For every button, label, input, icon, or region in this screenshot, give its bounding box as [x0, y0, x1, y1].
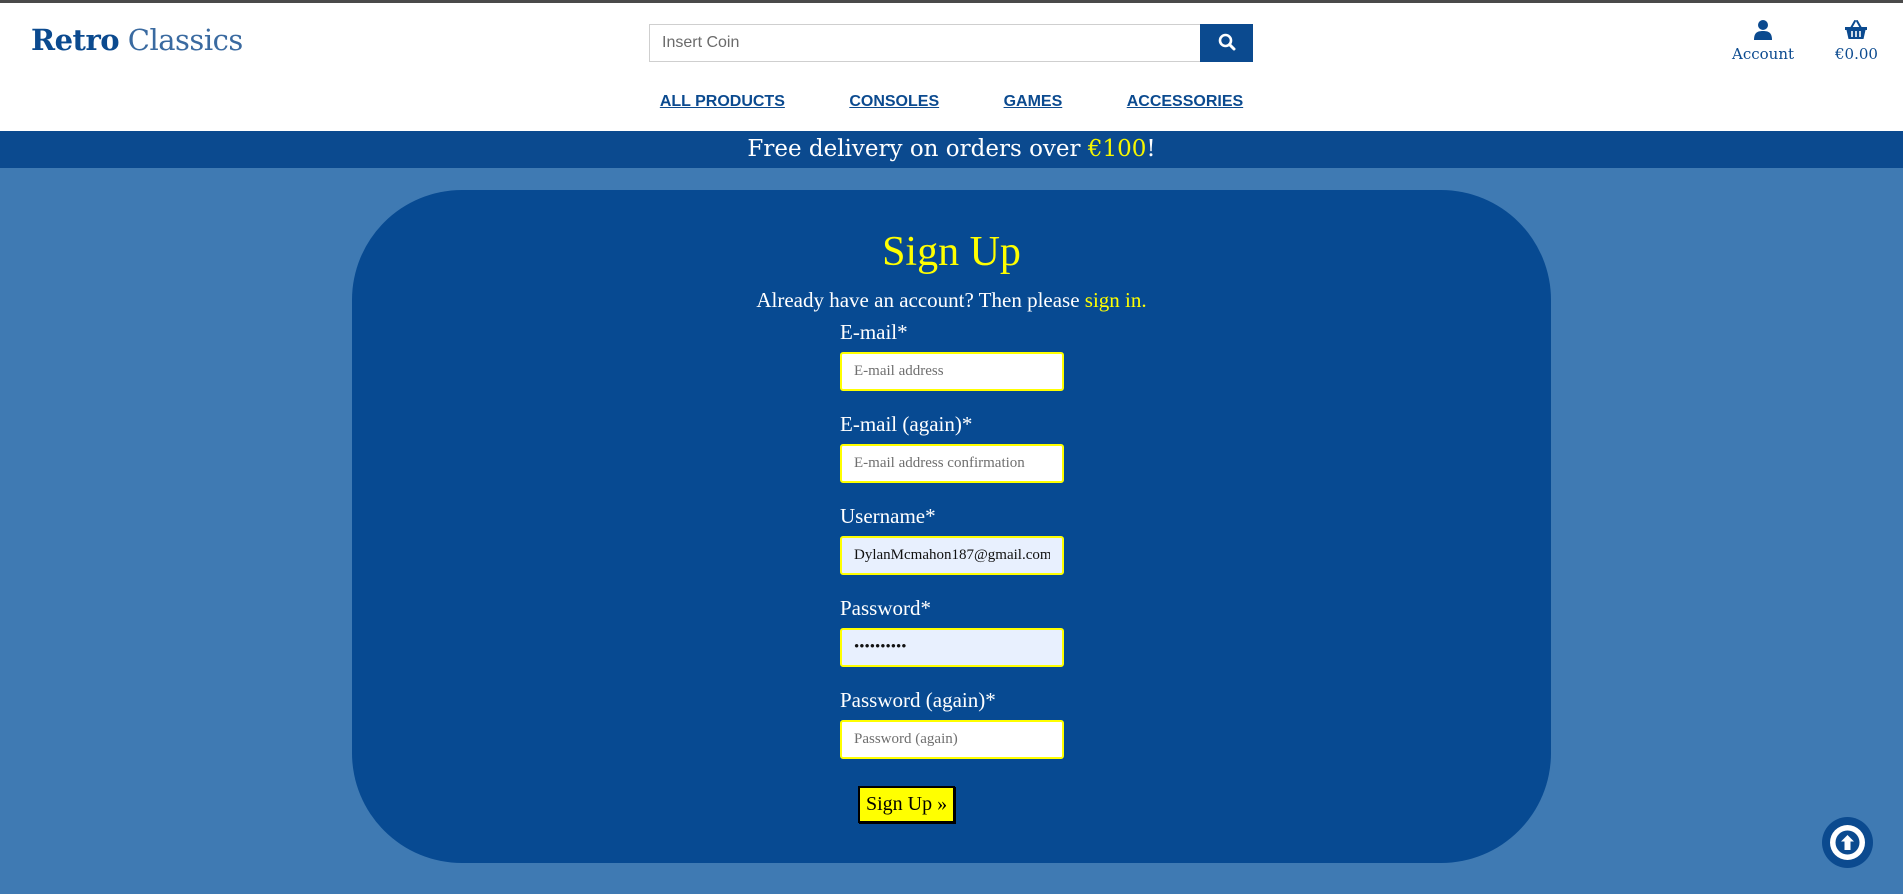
arrow-up-circle-icon: [1830, 825, 1865, 860]
username-field-group: Username*: [840, 504, 1070, 575]
search-button[interactable]: [1200, 24, 1253, 62]
scroll-to-top-button[interactable]: [1822, 817, 1873, 868]
page-title: Sign Up: [882, 229, 1021, 275]
nav-games[interactable]: GAMES: [1004, 93, 1063, 111]
banner-highlight: €100: [1087, 136, 1147, 162]
nav-all-products[interactable]: ALL PRODUCTS: [660, 93, 785, 111]
password-confirm-input[interactable]: [840, 720, 1064, 759]
nav-accessories[interactable]: ACCESSORIES: [1127, 93, 1243, 111]
brand-light: Classics: [127, 23, 243, 57]
signin-link[interactable]: sign in.: [1085, 288, 1147, 312]
banner-text: Free delivery on orders over: [747, 136, 1088, 162]
user-icon: [1754, 20, 1772, 40]
delivery-banner: Free delivery on orders over €100!: [0, 131, 1903, 168]
username-input[interactable]: [840, 536, 1064, 575]
email-input[interactable]: [840, 352, 1064, 391]
username-label: Username*: [840, 504, 936, 528]
signin-prompt: Already have an account? Then please sig…: [352, 288, 1551, 313]
cart-link[interactable]: €0.00: [1835, 19, 1878, 63]
signup-button[interactable]: Sign Up »: [858, 786, 956, 823]
email-field-group: E-mail*: [840, 320, 1070, 391]
email-confirm-field-group: E-mail (again)*: [840, 412, 1070, 483]
signup-form: E-mail* E-mail (again)* Username* Passwo…: [840, 320, 1070, 780]
cart-total: €0.00: [1835, 45, 1878, 63]
signup-panel: Sign Up Already have an account? Then pl…: [352, 190, 1551, 863]
email-confirm-input[interactable]: [840, 444, 1064, 483]
account-label: Account: [1732, 45, 1795, 63]
password-label: Password*: [840, 596, 932, 620]
password-input[interactable]: [840, 628, 1064, 667]
search-form: [649, 24, 1253, 62]
email-confirm-label: E-mail (again)*: [840, 412, 973, 436]
search-icon: [1218, 33, 1235, 50]
nav-consoles[interactable]: CONSOLES: [849, 93, 939, 111]
banner-end: !: [1146, 136, 1156, 162]
account-link[interactable]: Account: [1732, 19, 1794, 63]
password-confirm-label: Password (again)*: [840, 688, 996, 712]
site-logo[interactable]: Retro Classics: [31, 23, 243, 57]
search-input[interactable]: [649, 24, 1200, 62]
site-header: Retro Classics Account €0.00 ALL PRODUCT…: [0, 3, 1903, 131]
main-nav: ALL PRODUCTS CONSOLES GAMES ACCESSORIES: [0, 93, 1903, 111]
password-field-group: Password*: [840, 596, 1070, 667]
signin-prompt-text: Already have an account? Then please: [756, 288, 1085, 312]
email-label: E-mail*: [840, 320, 908, 344]
password-confirm-field-group: Password (again)*: [840, 688, 1070, 759]
brand-bold: Retro: [31, 23, 120, 57]
basket-icon: [1845, 20, 1868, 39]
